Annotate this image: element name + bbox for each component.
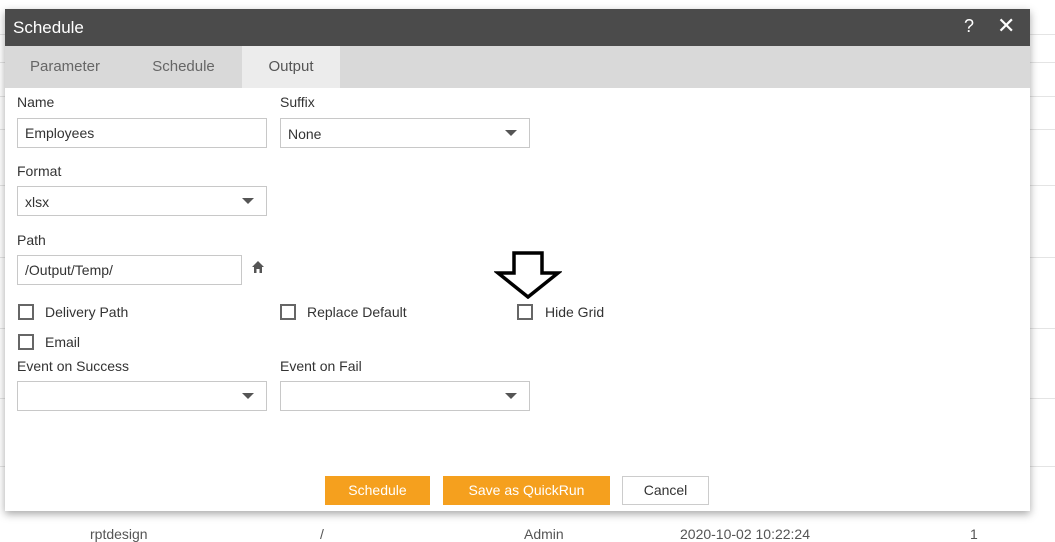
tab-output[interactable]: Output xyxy=(242,46,340,88)
chevron-down-icon xyxy=(505,130,517,136)
suffix-select[interactable]: None xyxy=(280,118,530,148)
replace-default-checkbox[interactable] xyxy=(280,304,296,320)
background-table-row: rptdesign / Admin 2020-10-02 10:22:24 1 xyxy=(0,520,1055,542)
chevron-down-icon xyxy=(505,393,517,399)
email-checkbox[interactable] xyxy=(18,334,34,350)
path-label: Path xyxy=(17,232,46,248)
dialog-titlebar: Schedule ? ✕ xyxy=(5,9,1030,46)
event-fail-label: Event on Fail xyxy=(280,358,362,374)
schedule-button[interactable]: Schedule xyxy=(325,476,430,505)
replace-default-label[interactable]: Replace Default xyxy=(307,304,407,320)
name-label: Name xyxy=(17,94,55,110)
close-button[interactable]: ✕ xyxy=(997,13,1015,39)
path-input[interactable] xyxy=(17,255,242,285)
format-value: xlsx xyxy=(25,194,50,210)
tab-bar: Parameter Schedule Output xyxy=(5,46,1030,88)
hide-grid-label[interactable]: Hide Grid xyxy=(545,304,604,320)
chevron-down-icon xyxy=(242,393,254,399)
cancel-button[interactable]: Cancel xyxy=(622,476,709,505)
format-label: Format xyxy=(17,163,62,179)
format-select[interactable]: xlsx xyxy=(17,186,267,216)
tab-parameter[interactable]: Parameter xyxy=(5,46,125,88)
event-success-label: Event on Success xyxy=(17,358,130,374)
down-arrow-outline-icon xyxy=(494,251,562,299)
chevron-down-icon xyxy=(242,198,254,204)
email-label[interactable]: Email xyxy=(45,334,80,350)
event-success-select[interactable] xyxy=(17,381,267,411)
schedule-dialog: Schedule ? ✕ Parameter Schedule Output N… xyxy=(5,9,1030,511)
suffix-value: None xyxy=(288,126,322,142)
dialog-title: Schedule xyxy=(13,18,84,37)
help-button[interactable]: ? xyxy=(964,16,974,37)
save-as-quickrun-button[interactable]: Save as QuickRun xyxy=(443,476,610,505)
delivery-path-checkbox[interactable] xyxy=(18,304,34,320)
tab-schedule[interactable]: Schedule xyxy=(125,46,242,88)
name-input[interactable] xyxy=(17,118,267,148)
hide-grid-checkbox[interactable] xyxy=(517,304,533,320)
home-icon[interactable] xyxy=(251,260,265,274)
delivery-path-label[interactable]: Delivery Path xyxy=(45,304,128,320)
suffix-label: Suffix xyxy=(280,94,315,110)
event-fail-select[interactable] xyxy=(280,381,530,411)
